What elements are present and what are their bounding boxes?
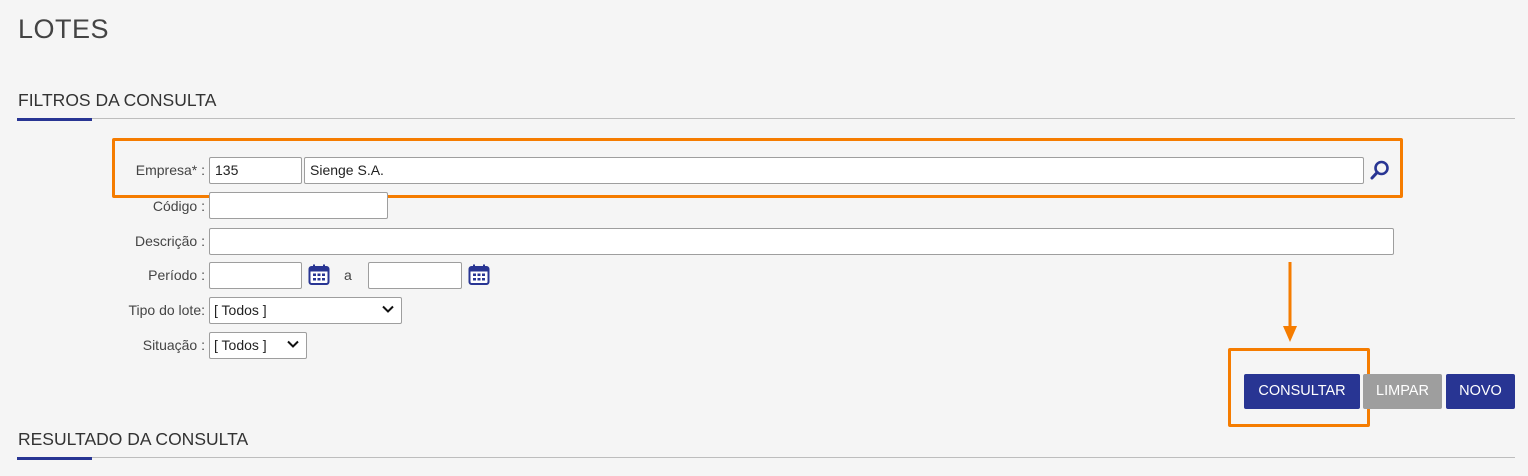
situacao-label: Situação : — [142, 337, 205, 353]
results-section-divider — [17, 457, 1515, 458]
situacao-select[interactable]: [ Todos ] — [209, 332, 307, 359]
calendar-icon[interactable] — [466, 262, 492, 288]
filters-section-divider — [17, 118, 1515, 119]
results-section-accent — [17, 457, 92, 460]
periodo-start-input[interactable] — [209, 262, 302, 289]
novo-button[interactable]: NOVO — [1446, 374, 1515, 409]
periodo-label: Período : — [148, 267, 205, 283]
descricao-input[interactable] — [209, 228, 1394, 255]
tipo-lote-selected: [ Todos ] — [214, 302, 267, 318]
results-section-title: RESULTADO DA CONSULTA — [18, 429, 249, 449]
consultar-button[interactable]: CONSULTAR — [1244, 374, 1360, 409]
calendar-icon[interactable] — [306, 262, 332, 288]
periodo-end-input[interactable] — [368, 262, 462, 289]
tipo-lote-label: Tipo do lote: — [128, 302, 205, 318]
page-title: LOTES — [18, 14, 110, 44]
codigo-label: Código : — [152, 198, 205, 214]
empresa-highlight-box — [112, 138, 1403, 198]
limpar-button[interactable]: LIMPAR — [1363, 374, 1442, 409]
filters-section-title: FILTROS DA CONSULTA — [18, 90, 217, 110]
arrow-down-icon — [1283, 262, 1297, 342]
tipo-lote-select[interactable]: [ Todos ] — [209, 297, 402, 324]
chevron-down-icon — [382, 305, 394, 313]
situacao-selected: [ Todos ] — [214, 337, 267, 353]
periodo-separator: a — [344, 267, 352, 283]
codigo-input[interactable] — [209, 192, 388, 219]
descricao-label: Descrição : — [134, 233, 205, 249]
chevron-down-icon — [287, 340, 299, 348]
filters-section-accent — [17, 118, 92, 121]
